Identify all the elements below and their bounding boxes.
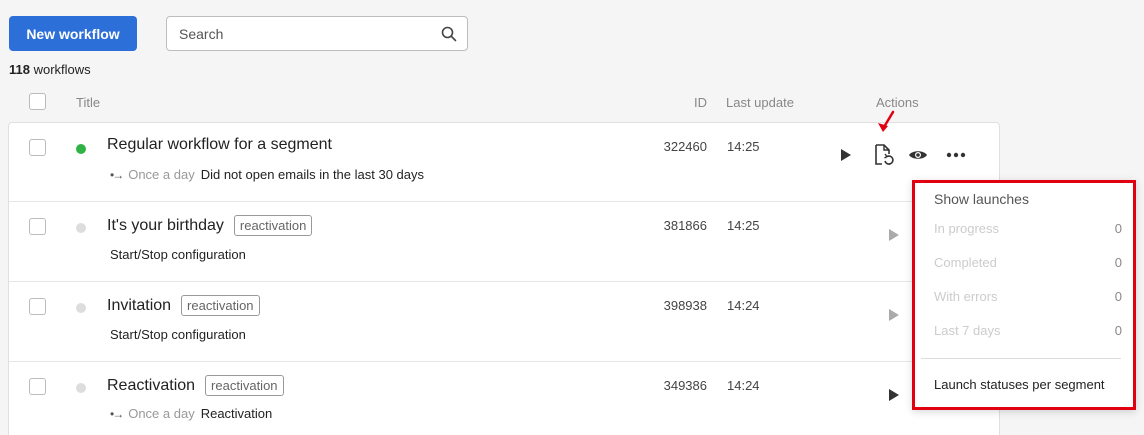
more-horizontal-icon[interactable] bbox=[946, 152, 966, 158]
workflow-count: 118 workflows bbox=[9, 62, 91, 77]
red-arrow-annotation-icon bbox=[878, 110, 895, 132]
eye-icon[interactable] bbox=[908, 149, 928, 161]
launch-history-icon[interactable] bbox=[873, 143, 895, 167]
workflow-description: Start/Stop configuration bbox=[110, 327, 246, 342]
launch-stat-last-7-days: Last 7 days 0 bbox=[934, 323, 1122, 338]
workflow-last-update: 14:25 bbox=[727, 139, 760, 154]
workflow-title[interactable]: Regular workflow for a segment bbox=[107, 136, 332, 154]
workflow-id: 398938 bbox=[663, 298, 707, 313]
launches-popup: Show launches In progress 0 Completed 0 … bbox=[912, 180, 1136, 410]
select-all-checkbox[interactable] bbox=[29, 93, 46, 110]
column-header-id[interactable]: ID bbox=[694, 95, 707, 110]
status-dot bbox=[76, 383, 86, 393]
workflow-title[interactable]: Reactivation bbox=[107, 377, 195, 395]
play-icon[interactable] bbox=[889, 229, 899, 241]
search-input[interactable] bbox=[179, 25, 441, 42]
column-header-last-update[interactable]: Last update bbox=[726, 95, 794, 110]
workflow-last-update: 14:25 bbox=[727, 218, 760, 233]
workflow-last-update: 14:24 bbox=[727, 298, 760, 313]
launch-stat-with-errors: With errors 0 bbox=[934, 289, 1122, 304]
search-field[interactable] bbox=[166, 16, 468, 51]
workflow-frequency: Once a day bbox=[128, 167, 195, 182]
play-icon[interactable] bbox=[889, 389, 899, 401]
workflow-last-update: 14:24 bbox=[727, 378, 760, 393]
popup-divider bbox=[921, 358, 1121, 359]
table-row[interactable]: Invitation reactivation Start/Stop confi… bbox=[9, 282, 1001, 362]
status-dot bbox=[76, 223, 86, 233]
workflow-tag: reactivation bbox=[233, 215, 313, 236]
launch-stat-value: 0 bbox=[1114, 221, 1122, 236]
column-header-actions: Actions bbox=[876, 95, 919, 110]
launch-statuses-link[interactable]: Launch statuses per segment bbox=[934, 377, 1105, 392]
workflow-title[interactable]: It's your birthday bbox=[107, 217, 224, 235]
status-dot bbox=[76, 144, 86, 154]
workflow-id: 322460 bbox=[663, 139, 707, 154]
workflow-id: 381866 bbox=[663, 218, 707, 233]
launch-stat-label: In progress bbox=[934, 221, 1000, 236]
row-checkbox[interactable] bbox=[29, 298, 46, 315]
status-dot bbox=[76, 303, 86, 313]
launch-stat-value: 0 bbox=[1114, 289, 1122, 304]
workflow-description: Did not open emails in the last 30 days bbox=[200, 167, 425, 182]
new-workflow-button[interactable]: New workflow bbox=[9, 16, 137, 51]
table-row[interactable]: Regular workflow for a segment •→ Once a… bbox=[9, 123, 1001, 202]
launch-stat-completed: Completed 0 bbox=[934, 255, 1122, 270]
workflow-count-number: 118 bbox=[9, 62, 30, 77]
arrow-right-icon: •→ bbox=[110, 406, 124, 421]
workflow-count-label: workflows bbox=[33, 62, 91, 77]
row-checkbox[interactable] bbox=[29, 218, 46, 235]
workflow-list: Regular workflow for a segment •→ Once a… bbox=[8, 122, 1001, 435]
workflow-tag: reactivation bbox=[205, 375, 284, 396]
launch-stat-label: With errors bbox=[934, 289, 998, 304]
workflow-frequency: Once a day bbox=[128, 406, 195, 421]
workflow-description: Reactivation bbox=[200, 406, 273, 421]
arrow-right-icon: •→ bbox=[110, 167, 124, 182]
workflow-title[interactable]: Invitation bbox=[107, 297, 171, 315]
launch-stat-value: 0 bbox=[1114, 255, 1122, 270]
workflow-tag: reactivation bbox=[181, 295, 260, 316]
row-checkbox[interactable] bbox=[29, 139, 46, 156]
play-icon[interactable] bbox=[841, 149, 851, 161]
launch-stat-value: 0 bbox=[1114, 323, 1122, 338]
search-icon[interactable] bbox=[441, 26, 457, 42]
column-header-title[interactable]: Title bbox=[76, 95, 100, 110]
launch-stat-label: Last 7 days bbox=[934, 323, 1001, 338]
workflow-id: 349386 bbox=[663, 378, 707, 393]
workflow-description: Start/Stop configuration bbox=[110, 247, 246, 262]
launch-stat-in-progress: In progress 0 bbox=[934, 221, 1122, 236]
table-row[interactable]: It's your birthday reactivation Start/St… bbox=[9, 202, 1001, 282]
popup-title: Show launches bbox=[934, 191, 1029, 207]
play-icon[interactable] bbox=[889, 309, 899, 321]
launch-stat-label: Completed bbox=[934, 255, 997, 270]
row-checkbox[interactable] bbox=[29, 378, 46, 395]
table-row[interactable]: Reactivation reactivation •→ Once a day … bbox=[9, 362, 1001, 435]
